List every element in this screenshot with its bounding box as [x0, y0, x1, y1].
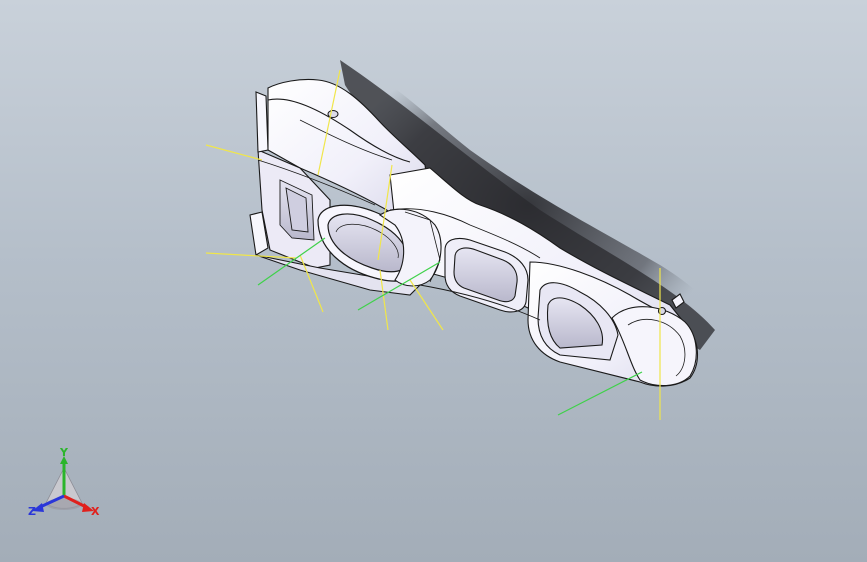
y-axis-label: Y — [59, 448, 69, 459]
x-axis-label: X — [91, 505, 100, 518]
mounting-hole-top[interactable] — [327, 110, 339, 118]
z-axis-label: Z — [28, 505, 36, 518]
orientation-triad[interactable]: Y X Z — [24, 448, 104, 528]
graphics-viewport[interactable]: Y X Z — [0, 0, 867, 562]
3d-model-view[interactable] — [0, 0, 867, 562]
